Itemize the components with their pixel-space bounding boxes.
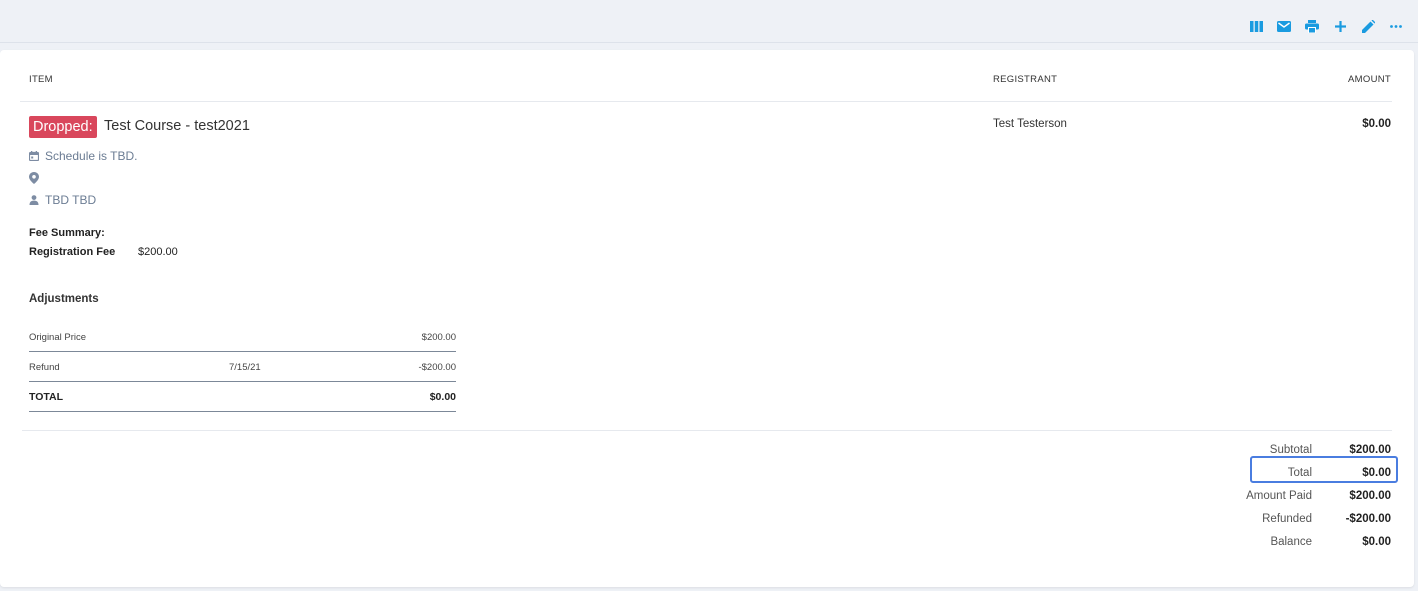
totals-divider — [22, 430, 1392, 431]
adjustments-title: Adjustments — [29, 293, 99, 305]
adjustment-label: Original Price — [29, 332, 87, 343]
column-header-registrant: REGISTRANT — [993, 74, 1058, 85]
more-button[interactable] — [1382, 17, 1410, 35]
columns-button[interactable] — [1242, 17, 1270, 35]
person-icon — [29, 194, 39, 206]
adjustment-total-amount: $0.00 — [429, 391, 456, 403]
status-badge: Dropped: — [29, 116, 97, 138]
column-header-item: ITEM — [29, 74, 53, 85]
header-divider — [20, 101, 1392, 102]
balance-value: $0.00 — [1362, 536, 1391, 548]
print-button[interactable] — [1298, 17, 1326, 35]
schedule-row: Schedule is TBD. — [29, 149, 138, 163]
location-pin-icon — [29, 172, 39, 184]
more-icon — [1390, 24, 1402, 28]
course-title[interactable]: Test Course - test2021 — [104, 118, 250, 134]
instructor-text: TBD TBD — [45, 193, 97, 207]
edit-icon — [1361, 19, 1375, 33]
email-icon — [1277, 20, 1291, 32]
line-item-amount: $0.00 — [1362, 118, 1391, 130]
registration-fee-label: Registration Fee — [29, 246, 116, 258]
email-button[interactable] — [1270, 17, 1298, 35]
subtotal-label: Subtotal — [1269, 444, 1312, 456]
print-icon — [1305, 19, 1319, 33]
schedule-text: Schedule is TBD. — [45, 149, 138, 163]
adjustment-total-label: TOTAL — [29, 391, 64, 403]
calendar-icon — [29, 150, 39, 162]
fee-summary-title: Fee Summary: — [29, 227, 105, 239]
location-row — [29, 172, 45, 184]
edit-button[interactable] — [1354, 17, 1382, 35]
registrant-name: Test Testerson — [993, 118, 1067, 130]
instructor-row: TBD TBD — [29, 193, 96, 207]
subtotal-value: $200.00 — [1349, 444, 1391, 456]
balance-label: Balance — [1270, 536, 1312, 548]
adjustments-table: Original Price $200.00 Refund 7/15/21 -$… — [29, 322, 456, 412]
toolbar — [1242, 17, 1410, 35]
adjustment-date: 7/15/21 — [229, 362, 261, 373]
adjustment-total-row: TOTAL $0.00 — [29, 382, 456, 412]
refunded-highlight-box — [1250, 456, 1398, 483]
amount-paid-label: Amount Paid — [1246, 490, 1312, 502]
adjustment-label: Refund — [29, 362, 60, 373]
adjustment-amount: $200.00 — [421, 332, 456, 343]
columns-icon — [1249, 20, 1263, 32]
refunded-label: Refunded — [1262, 513, 1312, 525]
add-button[interactable] — [1326, 17, 1354, 35]
adjustment-amount: -$200.00 — [418, 362, 456, 373]
add-icon — [1334, 20, 1346, 32]
registration-fee-value: $200.00 — [138, 246, 178, 258]
top-bar — [0, 0, 1418, 43]
column-header-amount: AMOUNT — [1348, 74, 1391, 85]
invoice-card: ITEM REGISTRANT AMOUNT Dropped: Test Cou… — [0, 50, 1414, 587]
adjustment-row: Refund 7/15/21 -$200.00 — [29, 352, 456, 382]
amount-paid-value: $200.00 — [1349, 490, 1391, 502]
refunded-value: -$200.00 — [1345, 513, 1391, 525]
adjustment-row: Original Price $200.00 — [29, 322, 456, 352]
